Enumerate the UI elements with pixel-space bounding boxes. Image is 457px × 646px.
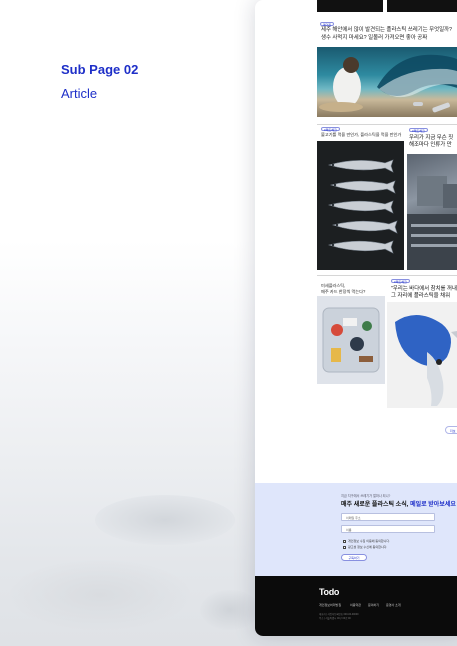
footer-link[interactable]: 문의하기 bbox=[368, 603, 379, 607]
footer-logo[interactable]: Todo bbox=[319, 587, 339, 597]
footer-link[interactable]: 개인정보처리방침 bbox=[319, 603, 341, 607]
article-tag[interactable]: #팩트체크 bbox=[409, 128, 428, 133]
name-input[interactable]: 이름 bbox=[341, 525, 435, 533]
background-rock bbox=[200, 590, 260, 630]
article-image-harbor[interactable] bbox=[407, 154, 457, 270]
wave-illustration bbox=[319, 54, 457, 113]
article-title[interactable]: 생수 사먹지 마세요? 일몰러 가져오면 좋아 공짜 bbox=[321, 35, 427, 43]
plastic-tray-illustration bbox=[322, 307, 380, 373]
browser-mockup: 매거진 제주 해안에서 많이 발견되는 플라스틱 쓰레기는 무엇일까? 생수 사… bbox=[255, 0, 457, 636]
subpage-label: Sub Page 02 bbox=[61, 62, 139, 77]
article-title[interactable]: 그 자리에 플라스틱을 채워 bbox=[391, 293, 450, 301]
newsletter-title: 매주 새로운 플라스틱 소식, 메일로 받아보세요 bbox=[341, 499, 456, 508]
newsletter-title-highlight: 메일로 받아보세요 bbox=[410, 502, 456, 508]
article-image-sardines[interactable] bbox=[317, 141, 404, 270]
background-rock bbox=[10, 560, 190, 630]
newsletter-title-prefix: 매주 새로운 플라스틱 소식, bbox=[341, 502, 411, 508]
article-tag[interactable]: #팩트체크 bbox=[391, 279, 410, 284]
consent-label: 개인정보 수집 이용에 동의합니다. bbox=[348, 539, 390, 543]
newsletter-section: 지금 지구에서 쓰레기가 얼마나 되니? 매주 새로운 플라스틱 소식, 메일로… bbox=[255, 483, 457, 576]
checkbox-icon[interactable] bbox=[343, 539, 346, 543]
article-tag[interactable]: 매거진 bbox=[320, 22, 335, 27]
article-tag[interactable]: #팩트체크 bbox=[321, 127, 340, 132]
harbor-illustration bbox=[407, 176, 457, 270]
subscribe-button[interactable]: 구독하기 bbox=[341, 554, 367, 561]
checkbox-icon[interactable] bbox=[343, 545, 346, 549]
background-rock bbox=[95, 495, 235, 545]
site-footer: Todo 개인정보처리방침 이용약관 문의하기 운영사 소개 대표자 | 사업자… bbox=[255, 576, 457, 636]
footer-link[interactable]: 이용약관 bbox=[350, 603, 361, 607]
consent-label: 광고성 정보 수신에 동의합니다. bbox=[348, 545, 388, 549]
article-image-wave[interactable] bbox=[317, 47, 457, 117]
article-title[interactable]: 제주 해안에서 많이 발견되는 플라스틱 쓰레기는 무엇일까? bbox=[321, 27, 452, 35]
page-name-label: Article bbox=[61, 86, 98, 101]
email-input[interactable]: 이메일 주소 bbox=[341, 513, 435, 521]
article-title[interactable]: 불고기를 먹을 만인가, 플라스틱을 먹을 만인가 bbox=[321, 132, 401, 138]
article-title[interactable]: 미세플라스틱, bbox=[321, 283, 345, 289]
footer-link[interactable]: 운영사 소개 bbox=[386, 603, 401, 607]
article-title[interactable]: 매주 카드 한장씩 먹는다? bbox=[321, 289, 365, 295]
article-image-bird-bag[interactable] bbox=[387, 302, 457, 408]
bird-bag-illustration bbox=[395, 314, 457, 406]
consent-checkbox-privacy[interactable]: 개인정보 수집 이용에 동의합니다. bbox=[343, 539, 390, 543]
sardines-illustration bbox=[327, 159, 398, 254]
article-image-plastic-tray[interactable] bbox=[317, 296, 385, 384]
article-title[interactable]: 해조마다 인류가 만 bbox=[409, 142, 452, 150]
article-thumbnail[interactable] bbox=[317, 0, 383, 12]
section-divider bbox=[317, 275, 457, 276]
consent-checkbox-marketing[interactable]: 광고성 정보 수신에 동의합니다. bbox=[343, 545, 387, 549]
section-divider bbox=[317, 124, 457, 125]
newsletter-subtitle: 지금 지구에서 쓰레기가 얼마나 되니? bbox=[341, 494, 391, 498]
footer-info: 주소 | 서울특별시 00구 00로 00 bbox=[319, 617, 351, 620]
load-more-button[interactable]: 더보 bbox=[445, 426, 457, 434]
article-thumbnail[interactable] bbox=[387, 0, 457, 12]
